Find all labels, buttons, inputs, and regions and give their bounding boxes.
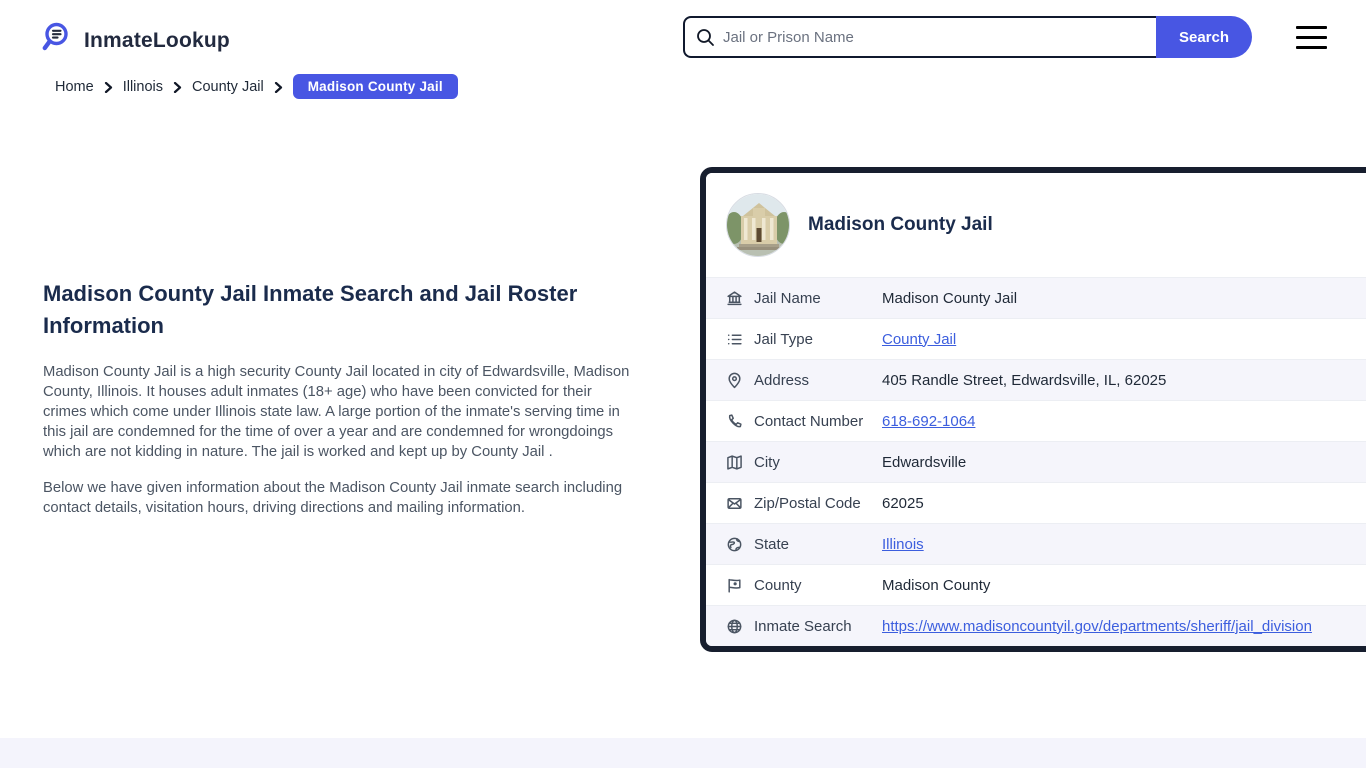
breadcrumb-current-badge: Madison County Jail [292, 74, 458, 99]
row-label: Zip/Postal Code [754, 494, 861, 512]
list-icon [726, 331, 743, 348]
magnifier-logo-icon [40, 20, 76, 61]
page: InmateLookup Search Home Illinois County… [0, 0, 1366, 768]
chevron-right-icon [173, 81, 182, 93]
row-value: Madison County [882, 576, 991, 594]
chevron-right-icon [274, 81, 283, 93]
row-value: Madison County Jail [882, 289, 1018, 307]
table-row: Inmate Search https://www.madisoncountyil… [706, 605, 1366, 646]
table-row: Jail Type County Jail [706, 318, 1366, 359]
row-value: 62025 [882, 494, 924, 512]
row-label: Contact Number [754, 412, 864, 430]
search-box [683, 16, 1156, 58]
hamburger-menu-icon[interactable] [1296, 26, 1327, 49]
row-label: Jail Type [754, 330, 813, 348]
jail-info-table: Jail Name Madison County Jail Jail Type Cou… [706, 277, 1366, 646]
card-header: Madison County Jail [706, 173, 1366, 277]
row-value[interactable]: County Jail [882, 331, 956, 348]
row-label: Inmate Search [754, 617, 852, 635]
breadcrumb-home[interactable]: Home [55, 79, 94, 95]
search-button[interactable]: Search [1156, 16, 1252, 58]
earth-icon [726, 536, 743, 553]
row-value: 405 Randle Street, Edwardsville, IL, 620… [882, 371, 1167, 389]
row-value[interactable]: Illinois [882, 536, 924, 553]
search-input[interactable] [685, 18, 1156, 56]
phone-icon [726, 413, 743, 430]
breadcrumb-county-jail[interactable]: County Jail [192, 79, 264, 95]
table-row: Address 405 Randle Street, Edwardsville, … [706, 359, 1366, 400]
row-value: Edwardsville [882, 453, 967, 471]
bank-icon [726, 290, 743, 307]
jail-info-card: Madison County Jail Jail Name Madison Cou… [700, 167, 1366, 652]
row-label: Jail Name [754, 289, 821, 307]
row-label: City [754, 453, 780, 471]
brand-logo[interactable]: InmateLookup [40, 20, 230, 61]
card-title: Madison County Jail [808, 214, 993, 235]
breadcrumb: Home Illinois County Jail Madison County… [55, 74, 458, 99]
table-row: City Edwardsville [706, 441, 1366, 482]
table-row: County Madison County [706, 564, 1366, 605]
table-row: Zip/Postal Code 62025 [706, 482, 1366, 523]
footer-strip [0, 738, 1366, 768]
map-pin-icon [726, 372, 743, 389]
row-label: Address [754, 371, 810, 389]
row-label: County [754, 576, 802, 594]
map-icon [726, 454, 743, 471]
table-row: Jail Name Madison County Jail [706, 277, 1366, 318]
envelope-icon [726, 495, 743, 512]
table-row: State Illinois [706, 523, 1366, 564]
article: Madison County Jail Inmate Search and Ja… [43, 278, 630, 534]
jail-photo [726, 193, 790, 257]
search-icon [695, 27, 716, 53]
row-label: State [754, 535, 790, 553]
table-row: Contact Number 618-692-1064 [706, 400, 1366, 441]
site-search: Search [683, 16, 1252, 58]
breadcrumb-illinois[interactable]: Illinois [123, 79, 163, 95]
brand-name: InmateLookup [84, 28, 230, 52]
flag-icon [726, 577, 743, 594]
page-title: Madison County Jail Inmate Search and Ja… [43, 281, 578, 338]
row-value[interactable]: https://www.madisoncountyil.gov/departme… [882, 618, 1312, 635]
globe-icon [726, 618, 743, 635]
row-value[interactable]: 618-692-1064 [882, 413, 975, 430]
intro-paragraph: Madison County Jail is a high security C… [43, 364, 630, 460]
chevron-right-icon [104, 81, 113, 93]
summary-paragraph: Below we have given information about th… [43, 480, 623, 516]
